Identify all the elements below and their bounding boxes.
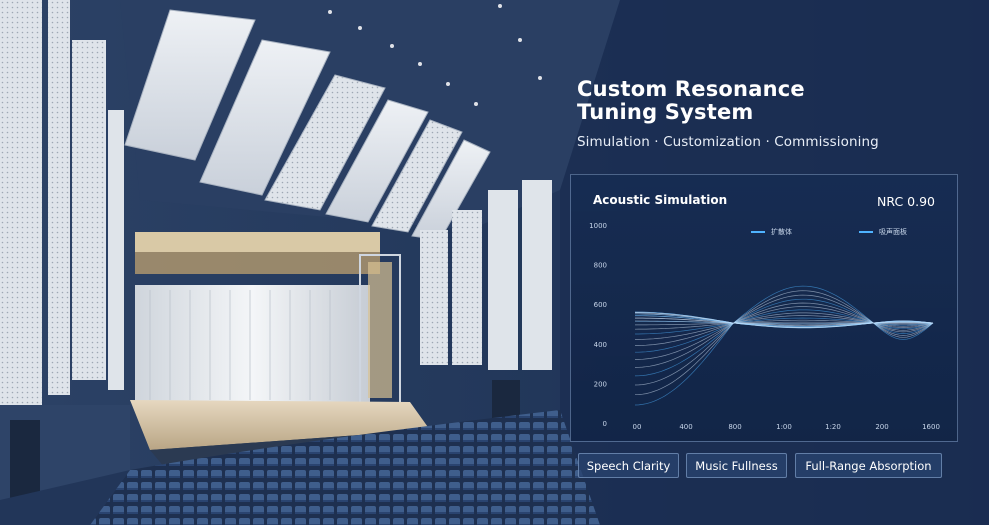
x-tick-label: 1:00 — [776, 423, 792, 431]
wave-series — [634, 290, 934, 396]
x-tick-label: 00 — [633, 423, 642, 431]
y-tick-label: 600 — [594, 301, 607, 309]
hero-banner: Custom Resonance Tuning System Simulatio… — [0, 0, 989, 525]
subtitle: Simulation · Customization · Commissioni… — [577, 134, 879, 150]
y-tick-label: 400 — [594, 341, 607, 349]
x-tick-label: 200 — [875, 423, 888, 431]
title-line-2: Tuning System — [577, 100, 754, 124]
wave-series — [634, 285, 934, 406]
y-tick-label: 0 — [603, 420, 607, 428]
simulation-panel: Acoustic Simulation NRC 0.90 扩散体 吸声面板 10… — [570, 174, 958, 442]
simulation-chart: 10008006004002000 00 400 800 1:00 1:20 200 1600 — [589, 222, 940, 431]
title-line-1: Custom Resonance — [577, 77, 805, 101]
x-tick-label: 400 — [679, 423, 692, 431]
chip-speech-clarity[interactable]: Speech Clarity — [578, 453, 679, 478]
chip-music-fullness[interactable]: Music Fullness — [686, 453, 787, 478]
x-tick-label: 1600 — [922, 423, 940, 431]
wave-series — [634, 298, 934, 377]
headline: Custom Resonance Tuning System Simulatio… — [577, 77, 879, 151]
y-tick-label: 200 — [594, 380, 607, 388]
chip-full-range-absorption[interactable]: Full-Range Absorption — [795, 453, 942, 478]
x-tick-label: 1:20 — [825, 423, 841, 431]
x-tick-label: 800 — [728, 423, 741, 431]
y-tick-label: 1000 — [589, 222, 607, 230]
y-tick-label: 800 — [594, 262, 607, 270]
